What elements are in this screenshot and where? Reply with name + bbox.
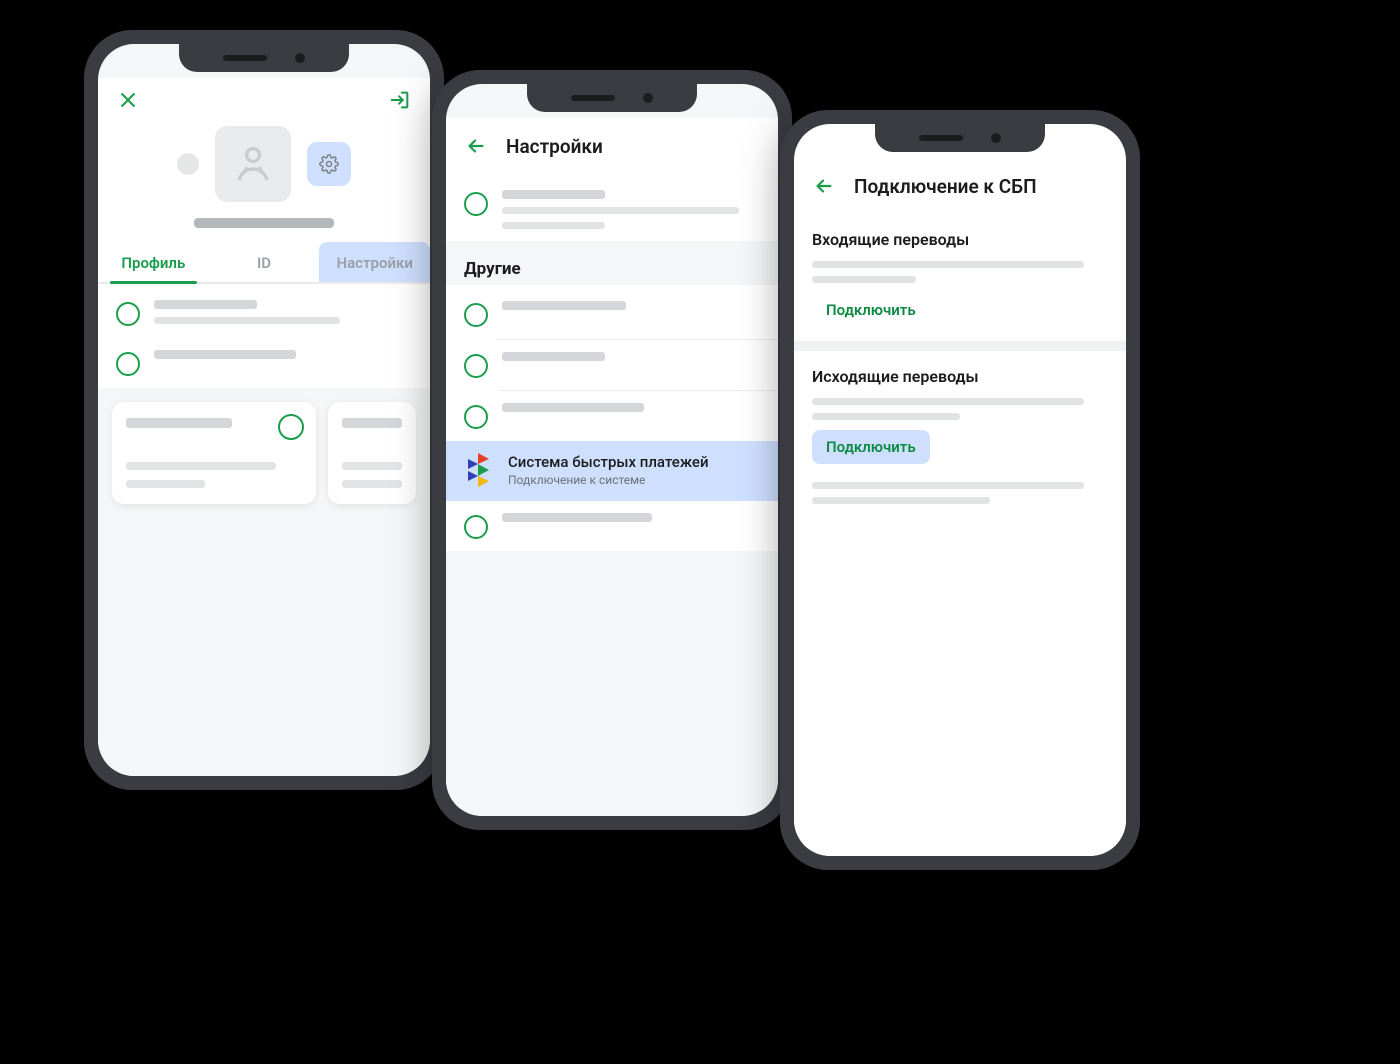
sbp-icon: [464, 453, 494, 487]
tab-settings[interactable]: Настройки: [319, 242, 430, 282]
incoming-block: Входящие переводы Подключить: [794, 214, 1126, 341]
list-item[interactable]: [446, 340, 778, 390]
incoming-heading: Входящие переводы: [812, 230, 1108, 249]
username-placeholder: [194, 218, 334, 228]
list-item[interactable]: [446, 501, 778, 551]
page-title: Подключение к СБП: [854, 175, 1037, 198]
phone-mockup-settings: Настройки Другие: [432, 70, 792, 830]
phone-screen: Подключение к СБП Входящие переводы Подк…: [794, 124, 1126, 856]
phone-notch: [875, 124, 1045, 152]
tabs: Профиль ID Настройки: [98, 242, 430, 284]
screen-content: Подключение к СБП Входящие переводы Подк…: [794, 124, 1126, 856]
phone-mockup-sbp: Подключение к СБП Входящие переводы Подк…: [780, 110, 1140, 870]
outgoing-connect-button[interactable]: Подключить: [812, 430, 930, 464]
card[interactable]: [328, 402, 416, 504]
radio-icon: [464, 515, 488, 539]
card[interactable]: [112, 402, 316, 504]
sbp-title: Система быстрых платежей: [508, 453, 709, 471]
sbp-subtitle: Подключение к системе: [508, 473, 709, 487]
tab-id[interactable]: ID: [209, 242, 320, 282]
profile-list: [98, 284, 430, 388]
status-dot: [177, 153, 199, 175]
back-icon[interactable]: [810, 172, 838, 200]
back-icon[interactable]: [462, 132, 490, 160]
page-title: Настройки: [506, 135, 603, 158]
settings-list-top: [446, 174, 778, 241]
phone-screen: Профиль ID Настройки: [98, 44, 430, 776]
settings-list-other: Система быстрых платежей Подключение к с…: [446, 285, 778, 551]
list-item[interactable]: [446, 178, 778, 241]
list-item[interactable]: [446, 289, 778, 339]
outgoing-block: Исходящие переводы Подключить: [794, 351, 1126, 478]
nav-header: Подключение к СБП: [794, 158, 1126, 214]
outgoing-heading: Исходящие переводы: [812, 367, 1108, 386]
radio-icon: [464, 354, 488, 378]
screen-content: Настройки Другие: [446, 84, 778, 816]
logout-icon[interactable]: [386, 86, 414, 114]
close-icon[interactable]: [114, 86, 142, 114]
radio-icon: [464, 303, 488, 327]
radio-icon: [464, 405, 488, 429]
list-item[interactable]: [446, 391, 778, 441]
list-item[interactable]: [98, 288, 430, 338]
list-item[interactable]: [98, 338, 430, 388]
section-title-other: Другие: [446, 241, 778, 285]
radio-icon: [116, 302, 140, 326]
cards-row: [98, 388, 430, 504]
section-divider: [794, 341, 1126, 351]
avatar[interactable]: [215, 126, 291, 202]
nav-header: Настройки: [446, 118, 778, 174]
settings-chip[interactable]: [307, 142, 351, 186]
screen-content: Профиль ID Настройки: [98, 44, 430, 776]
profile-block: [98, 118, 430, 242]
phone-screen: Настройки Другие: [446, 84, 778, 816]
header-row: [98, 78, 430, 118]
phone-notch: [179, 44, 349, 72]
phone-notch: [527, 84, 697, 112]
tab-profile[interactable]: Профиль: [98, 242, 209, 282]
radio-icon: [116, 352, 140, 376]
extra-block: [794, 478, 1126, 518]
radio-icon: [464, 192, 488, 216]
radio-icon: [278, 414, 304, 440]
phone-mockup-profile: Профиль ID Настройки: [84, 30, 444, 790]
incoming-connect-button[interactable]: Подключить: [812, 293, 930, 327]
sbp-item[interactable]: Система быстрых платежей Подключение к с…: [446, 441, 778, 501]
gear-icon: [319, 154, 339, 174]
